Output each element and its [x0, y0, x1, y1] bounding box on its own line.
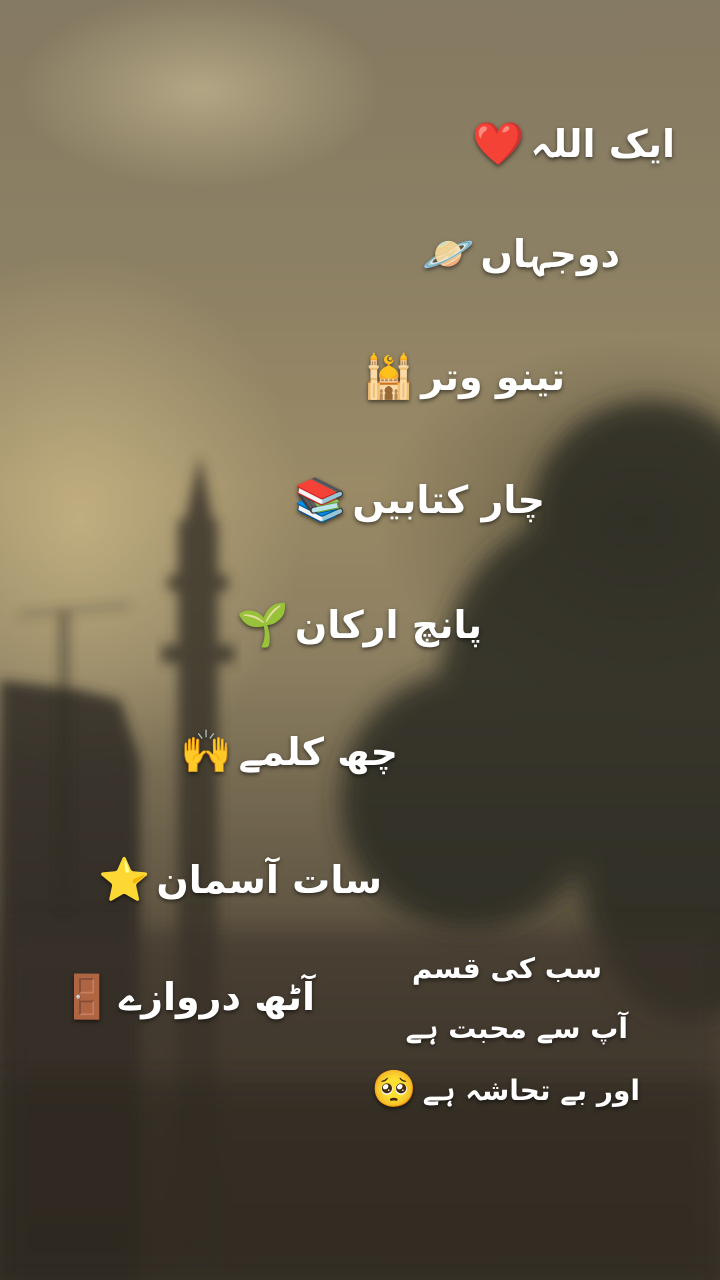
line-one-allah: ایک اللہ ❤️: [472, 122, 675, 166]
heart-icon: ❤️: [472, 119, 525, 168]
line-eight-text: آٹھ دروازے: [118, 975, 315, 1019]
line-two-text: دوجہاں: [480, 232, 620, 276]
pleading-face-icon: 🥺: [371, 1069, 417, 1110]
seedling-icon: 🌱: [236, 600, 289, 649]
quote-line-three: اور بے تحاشہ ہے 🥺: [372, 1072, 640, 1108]
quote-line-two: آپ سے محبت ہے: [406, 1012, 628, 1045]
ringed-planet-icon: 🪐: [422, 229, 475, 278]
mosque-icon: 🕌: [362, 352, 416, 401]
quote-line-one: سب کی قسم: [412, 952, 602, 985]
line-six-text: چھ کلمے: [238, 730, 398, 774]
quote-line-one-text: سب کی قسم: [411, 952, 602, 985]
star-icon: ⭐: [98, 855, 151, 904]
line-five-text: پانچ ارکان: [294, 603, 482, 647]
line-five-pillars: پانچ ارکان 🌱: [237, 603, 482, 647]
door-icon: 🚪: [60, 972, 113, 1021]
line-four-text: چار کتابیں: [352, 478, 545, 522]
line-seven-text: سات آسمان: [156, 858, 382, 902]
line-six-kalimas: چھ کلمے 🙌: [180, 730, 398, 774]
raised-hands-icon: 🙌: [180, 727, 233, 776]
line-seven-skies: سات آسمان ⭐: [98, 858, 382, 902]
quote-line-two-text: آپ سے محبت ہے: [405, 1012, 628, 1045]
line-three-text: تینو وتر: [421, 355, 565, 399]
line-three-witr: تینو وتر 🕌: [363, 355, 565, 399]
books-icon: 📚: [294, 475, 347, 524]
line-eight-doors: آٹھ دروازے 🚪: [61, 975, 315, 1019]
background-photo: ایک اللہ ❤️ دوجہاں 🪐 تینو وتر 🕌 چار کتاب…: [0, 0, 720, 1280]
line-one-text: ایک اللہ: [530, 122, 675, 166]
line-two-worlds: دوجہاں 🪐: [422, 232, 620, 276]
line-four-books: چار کتابیں 📚: [294, 478, 545, 522]
quote-line-three-text: اور بے تحاشہ ہے: [422, 1073, 640, 1107]
